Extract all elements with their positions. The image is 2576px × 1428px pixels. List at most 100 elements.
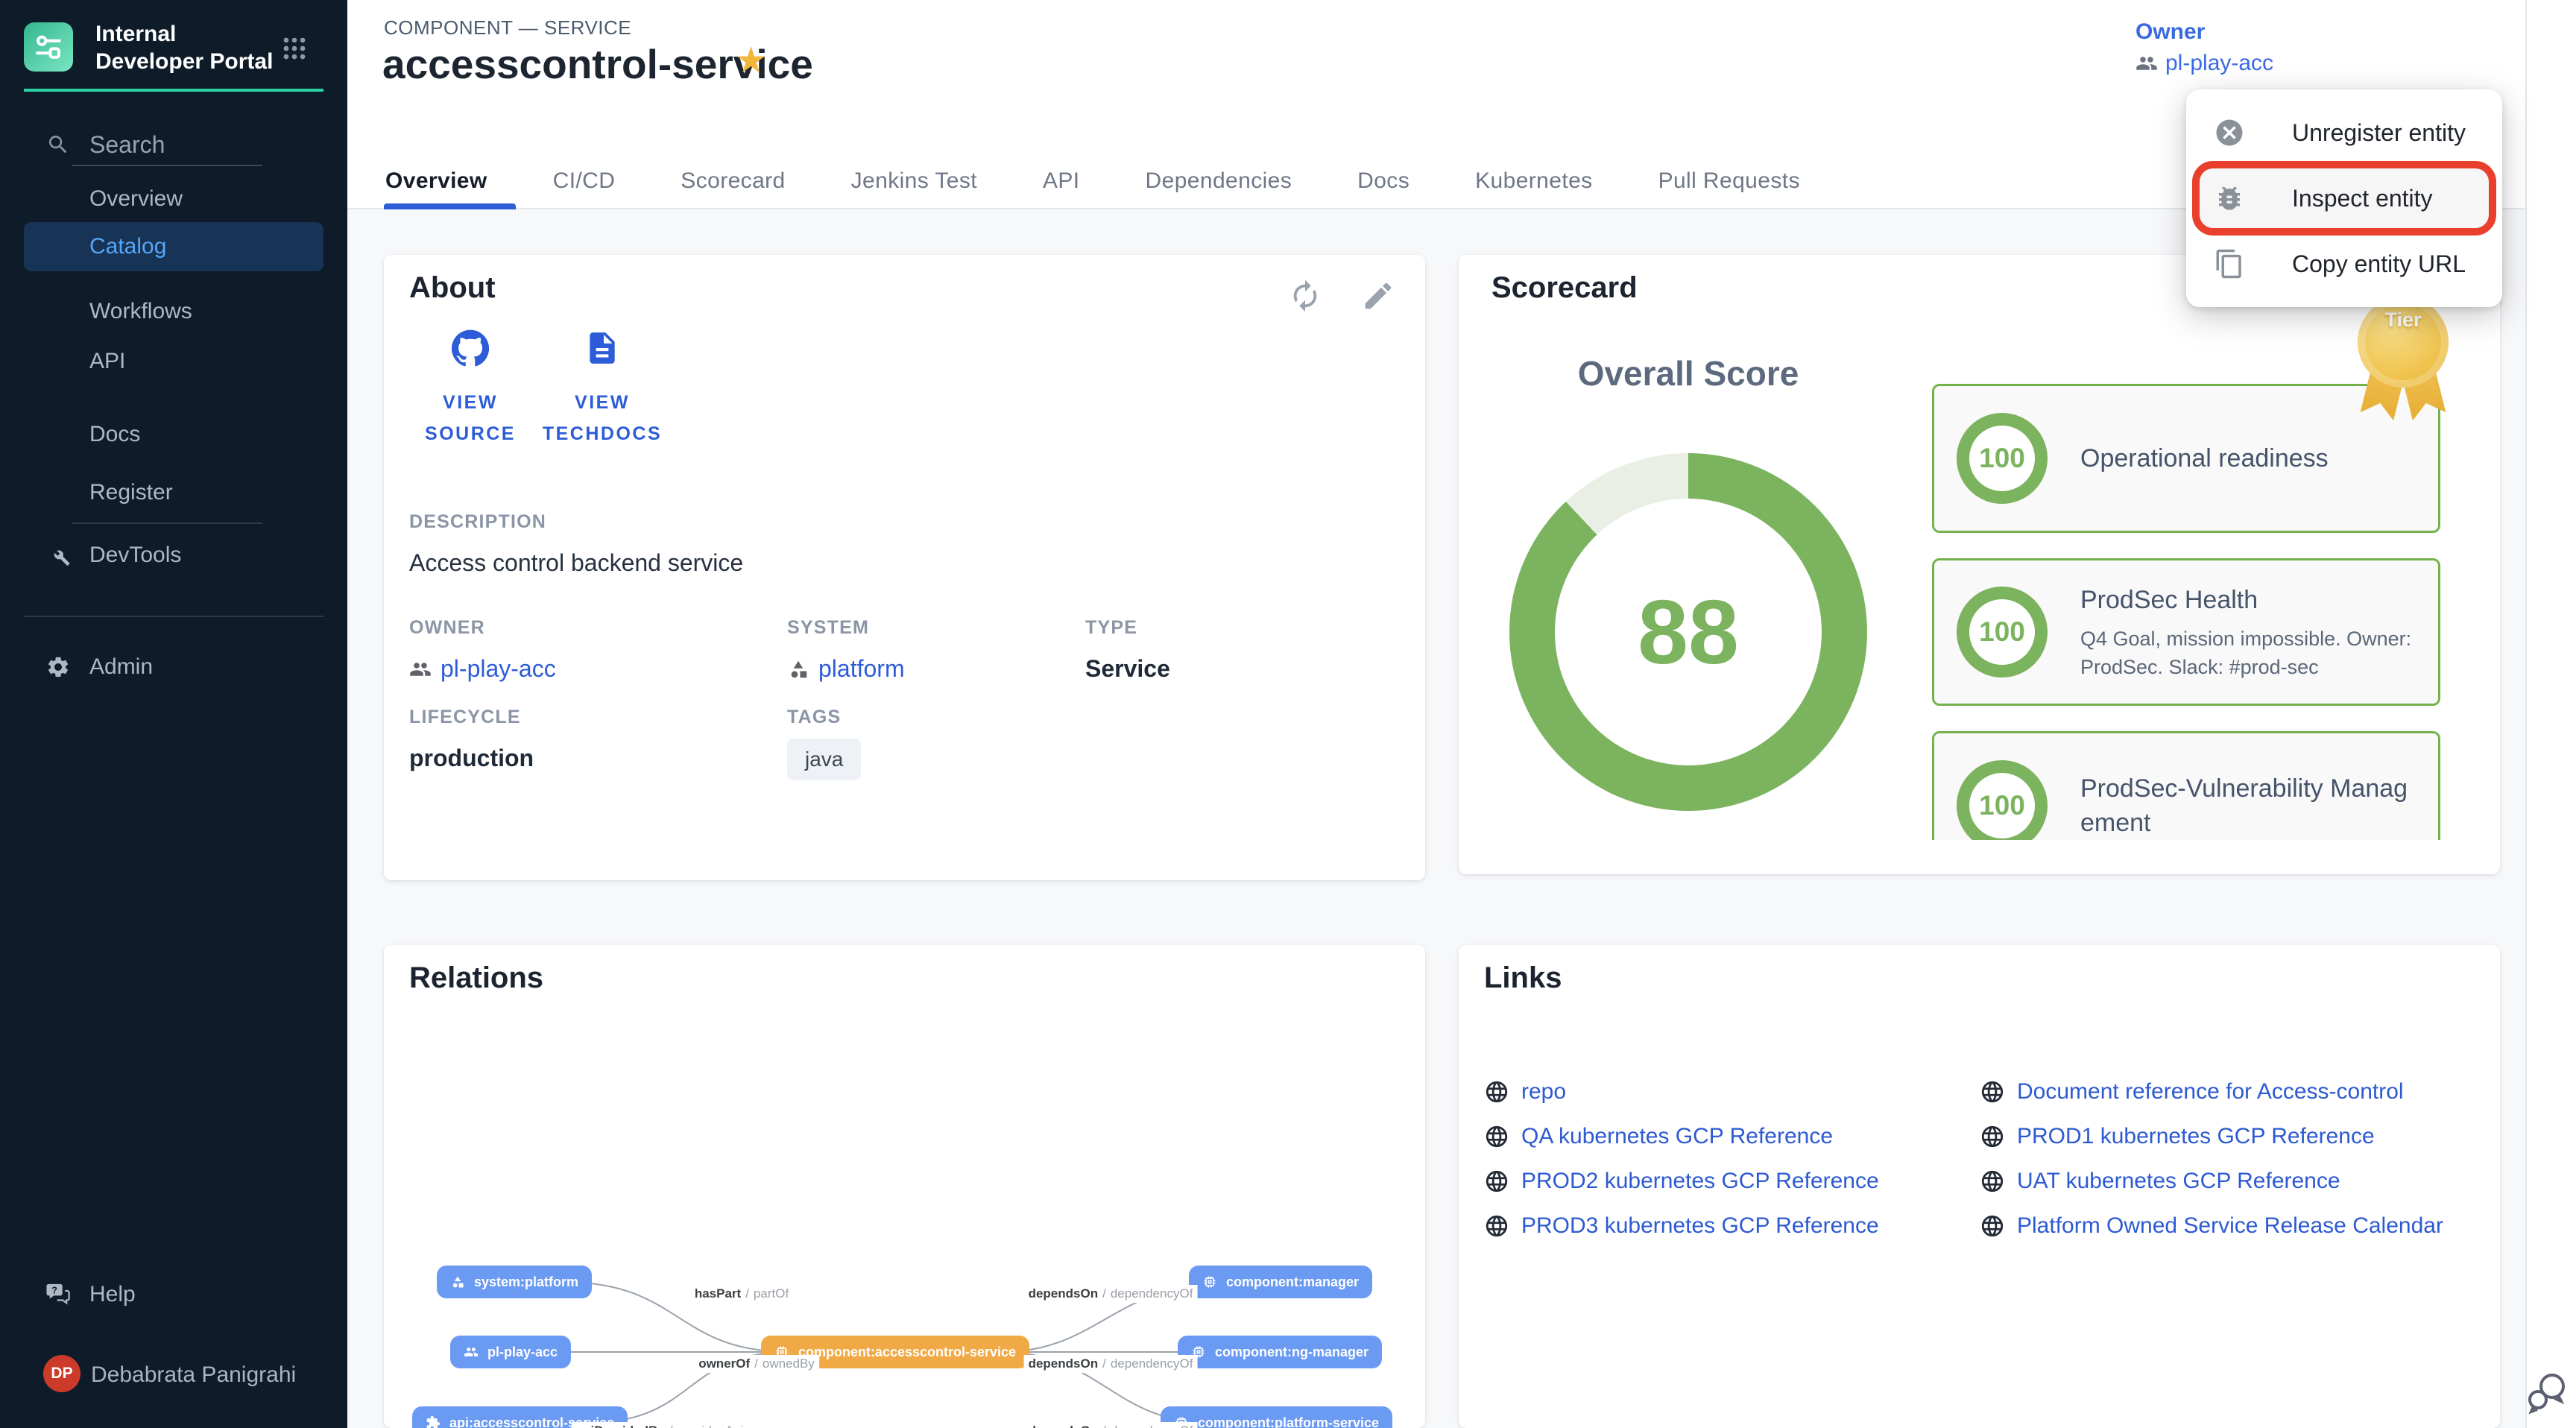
owner-field-label: OWNER: [409, 617, 556, 639]
scrollbar-track[interactable]: [2525, 0, 2576, 1428]
wrench-icon: [45, 542, 72, 569]
view-techdocs-label: VIEW TECHDOCS: [539, 387, 666, 449]
globe-icon: [1484, 1213, 1509, 1239]
scorecard-card-title: Scorecard: [1491, 271, 1638, 305]
relation-node-component-manager[interactable]: component:manager: [1189, 1266, 1372, 1298]
badge-title: Operational readiness: [2080, 441, 2416, 476]
menu-item-label: Unregister entity: [2292, 119, 2466, 147]
relations-card: Relations system:platform pl-play-acc: [384, 945, 1425, 1428]
owner-label: Owner: [2135, 19, 2273, 45]
badge-score: 100: [1979, 616, 2025, 648]
owner-link[interactable]: pl-play-acc: [2135, 51, 2273, 76]
node-label: component:ng-manager: [1215, 1345, 1368, 1360]
sidebar-divider: [72, 522, 262, 524]
link-label: UAT kubernetes GCP Reference: [2017, 1169, 2340, 1194]
tab-overview[interactable]: Overview: [384, 154, 520, 208]
owner-field-link[interactable]: pl-play-acc: [409, 655, 556, 683]
sidebar-item-docs[interactable]: Docs: [24, 410, 323, 459]
github-icon: [452, 329, 489, 367]
sidebar-item-overview[interactable]: Overview: [24, 174, 323, 224]
sidebar-item-register[interactable]: Register: [24, 468, 323, 517]
owner-meta: Owner pl-play-acc: [2135, 19, 2273, 76]
edge-label-dependson-1: dependsOn/dependencyOf: [1024, 1285, 1198, 1303]
system-icon: [450, 1274, 465, 1289]
refresh-icon[interactable]: [1288, 279, 1322, 313]
relation-node-pl-play-acc[interactable]: pl-play-acc: [450, 1336, 571, 1368]
link-document-reference[interactable]: Document reference for Access-control: [1980, 1079, 2475, 1105]
relation-node-component-ng-manager[interactable]: component:ng-manager: [1178, 1336, 1382, 1368]
link-prod1-kubernetes[interactable]: PROD1 kubernetes GCP Reference: [1980, 1124, 2475, 1149]
link-release-calendar[interactable]: Platform Owned Service Release Calendar: [1980, 1213, 2475, 1239]
user-avatar[interactable]: DP: [43, 1355, 80, 1392]
brand-title: Internal Developer Portal: [95, 20, 278, 75]
link-prod2-kubernetes[interactable]: PROD2 kubernetes GCP Reference: [1484, 1169, 1980, 1194]
system-icon: [787, 658, 809, 680]
view-techdocs-button[interactable]: VIEW TECHDOCS: [539, 329, 666, 449]
menu-item-unregister-entity[interactable]: Unregister entity: [2186, 104, 2502, 161]
type-field: TYPE Service: [1085, 617, 1170, 683]
view-source-label: VIEW SOURCE: [411, 387, 530, 449]
portal-logo[interactable]: [24, 22, 73, 72]
tab-pull-requests[interactable]: Pull Requests: [1626, 154, 1833, 208]
scorecard-badge[interactable]: 100 Operational readiness: [1932, 384, 2440, 533]
sidebar-item-label: Overview: [89, 186, 183, 212]
link-uat-kubernetes[interactable]: UAT kubernetes GCP Reference: [1980, 1169, 2475, 1194]
menu-item-copy-entity-url[interactable]: Copy entity URL: [2186, 236, 2502, 292]
sidebar-item-catalog[interactable]: Catalog: [24, 222, 323, 271]
badge-subtitle: Q4 Goal, mission impossible. Owner: Prod…: [2080, 625, 2416, 681]
chat-support-icon[interactable]: [2525, 1368, 2570, 1416]
search-underline: [72, 165, 262, 166]
sidebar: Internal Developer Portal Search Overvie…: [0, 0, 347, 1428]
globe-icon: [1484, 1124, 1509, 1149]
edit-pencil-icon[interactable]: [1361, 279, 1395, 313]
sidebar-item-admin[interactable]: Admin: [24, 642, 323, 692]
tag-chip-java[interactable]: java: [787, 739, 861, 780]
link-repo[interactable]: repo: [1484, 1079, 1980, 1105]
sidebar-item-devtools[interactable]: DevTools: [24, 531, 323, 580]
sidebar-item-workflows[interactable]: Workflows: [24, 287, 323, 336]
cancel-circle-icon: [2213, 116, 2246, 149]
lifecycle-field-value: production: [409, 745, 534, 772]
tab-kubernetes[interactable]: Kubernetes: [1442, 154, 1625, 208]
search-input[interactable]: Search: [46, 125, 270, 164]
sidebar-item-api[interactable]: API: [24, 337, 323, 386]
view-source-button[interactable]: VIEW SOURCE: [411, 329, 530, 449]
globe-icon: [1980, 1079, 2005, 1105]
sidebar-item-help[interactable]: ? Help: [24, 1270, 323, 1319]
globe-icon: [1980, 1124, 2005, 1149]
badge-score-ring: 100: [1957, 413, 2048, 504]
app-launcher-icon[interactable]: [280, 34, 309, 63]
badge-score: 100: [1979, 790, 2025, 821]
user-name[interactable]: Debabrata Panigrahi: [91, 1362, 296, 1388]
sidebar-item-label: API: [89, 349, 125, 374]
techdocs-document-icon: [584, 329, 621, 367]
favorite-star-icon[interactable]: ★: [735, 43, 767, 79]
description-field: DESCRIPTION Access control backend servi…: [409, 511, 743, 577]
entity-tabs: Overview CI/CD Scorecard Jenkins Test AP…: [384, 154, 1833, 208]
tab-dependencies[interactable]: Dependencies: [1113, 154, 1325, 208]
edge-label-haspart: hasPart/partOf: [690, 1285, 793, 1303]
tags-field: TAGS java: [787, 707, 861, 780]
menu-item-inspect-entity[interactable]: Inspect entity: [2186, 170, 2502, 227]
help-chat-icon: ?: [45, 1281, 72, 1308]
component-chip-icon: [1202, 1274, 1217, 1289]
tab-docs[interactable]: Docs: [1325, 154, 1442, 208]
sidebar-accent-rule: [24, 89, 323, 92]
overall-score-donut: 88: [1509, 453, 1867, 811]
tab-api[interactable]: API: [1010, 154, 1113, 208]
scorecard-badge[interactable]: 100 ProdSec-Vulnerability Management: [1932, 731, 2440, 840]
scorecard-badge[interactable]: 100 ProdSec Health Q4 Goal, mission impo…: [1932, 558, 2440, 706]
link-qa-kubernetes[interactable]: QA kubernetes GCP Reference: [1484, 1124, 1980, 1149]
app-root: Internal Developer Portal Search Overvie…: [0, 0, 2576, 1428]
lifecycle-field-label: LIFECYCLE: [409, 707, 534, 728]
link-prod3-kubernetes[interactable]: PROD3 kubernetes GCP Reference: [1484, 1213, 1980, 1239]
globe-icon: [1484, 1079, 1509, 1105]
relation-node-system-platform[interactable]: system:platform: [437, 1266, 592, 1298]
badge-score: 100: [1979, 443, 2025, 474]
tab-cicd[interactable]: CI/CD: [520, 154, 648, 208]
system-field-link[interactable]: platform: [787, 655, 905, 683]
type-field-label: TYPE: [1085, 617, 1170, 639]
tab-scorecard[interactable]: Scorecard: [648, 154, 818, 208]
group-icon: [409, 658, 432, 680]
tab-jenkins-test[interactable]: Jenkins Test: [818, 154, 1010, 208]
